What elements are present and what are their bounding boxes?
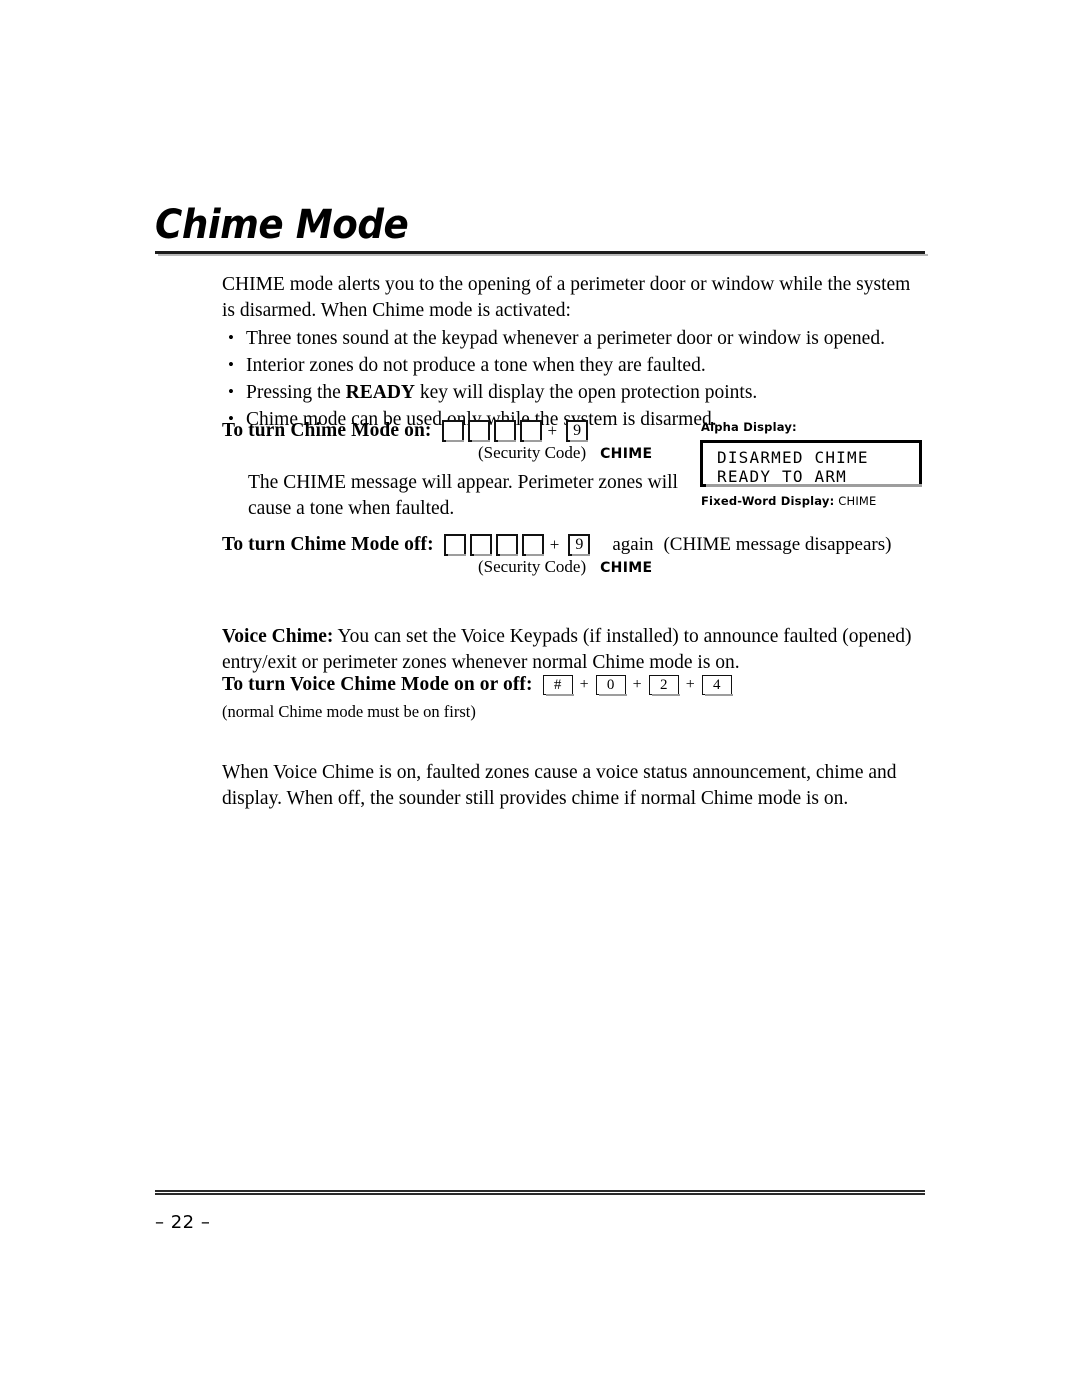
- bullet-text-before: Interior zones do not produce a tone whe…: [246, 355, 706, 376]
- security-code-key-4[interactable]: [519, 420, 542, 442]
- plus-symbol: +: [579, 676, 589, 693]
- intro-paragraph: CHIME mode alerts you to the opening of …: [222, 274, 911, 321]
- plus-symbol: +: [549, 535, 560, 554]
- bullet-text-before: Pressing the: [246, 382, 346, 403]
- security-code-key-4[interactable]: [521, 534, 544, 556]
- footer-divider: [155, 1190, 925, 1195]
- voice-chime-paragraph: Voice Chime: You can set the Voice Keypa…: [222, 624, 928, 676]
- fixed-word-display: Fixed-Word Display: CHIME: [701, 494, 928, 508]
- chime-key-9[interactable]: 9: [566, 420, 589, 442]
- fixed-word-value: CHIME: [838, 494, 877, 508]
- page-title: Chime Mode: [155, 202, 409, 248]
- chime-on-procedure: To turn Chime Mode on: + 9 (Security Cod…: [222, 420, 652, 463]
- lcd-screen: DISARMED CHIME READY TO ARM: [700, 440, 922, 487]
- chime-off-again: again: [612, 534, 654, 555]
- voice-chime-closing-section: When Voice Chime is on, faulted zones ca…: [222, 740, 928, 831]
- page-number: – 22 –: [155, 1212, 211, 1233]
- chime-on-captions: (Security Code) CHIME: [478, 443, 652, 463]
- voice-chime-label: To turn Voice Chime Mode on or off:: [222, 674, 533, 695]
- voice-chime-note: (normal Chime mode must be on first): [222, 702, 476, 721]
- voice-chime-keys: # + 0 + 2 + 4: [542, 675, 733, 696]
- manual-page: Chime Mode CHIME mode alerts you to the …: [0, 0, 1080, 1397]
- list-item: Interior zones do not produce a tone whe…: [222, 352, 928, 379]
- chime-key-caption: CHIME: [600, 560, 653, 576]
- chime-off-keys: + 9: [443, 534, 591, 556]
- list-item: Three tones sound at the keypad whenever…: [222, 325, 928, 352]
- alpha-display-label: Alpha Display:: [701, 420, 797, 434]
- security-code-key-2[interactable]: [467, 420, 490, 442]
- plus-symbol: +: [632, 676, 642, 693]
- voice-key-hash[interactable]: #: [542, 675, 574, 696]
- voice-chime-keysequence: To turn Voice Chime Mode on or off: # + …: [222, 674, 733, 696]
- bullet-text-after: key will display the open protection poi…: [415, 382, 758, 403]
- chime-key-9[interactable]: 9: [568, 534, 591, 556]
- security-code-key-3[interactable]: [493, 420, 516, 442]
- alpha-display-panel: Alpha Display: DISARMED CHIME READY TO A…: [700, 420, 928, 508]
- page-header: Chime Mode: [155, 202, 928, 256]
- voice-key-0[interactable]: 0: [595, 675, 627, 696]
- security-code-caption: (Security Code): [478, 557, 587, 576]
- chime-off-result: (CHIME message disappears): [663, 534, 892, 555]
- voice-key-4[interactable]: 4: [701, 675, 733, 696]
- chime-on-note: The CHIME message will appear. Perimeter…: [248, 472, 678, 519]
- voice-chime-procedure: To turn Voice Chime Mode on or off: # + …: [222, 674, 733, 696]
- chime-off-keysequence: To turn Chime Mode off: + 9 again (CHIME…: [222, 534, 891, 556]
- plus-symbol: +: [685, 676, 695, 693]
- bullet-text-before: Three tones sound at the keypad whenever…: [246, 328, 885, 349]
- voice-chime-lead: Voice Chime:: [222, 625, 334, 647]
- chime-off-label: To turn Chime Mode off:: [222, 534, 434, 555]
- chime-on-keysequence: To turn Chime Mode on: + 9: [222, 420, 652, 442]
- intro-section: CHIME mode alerts you to the opening of …: [222, 272, 928, 434]
- chime-on-keys: + 9: [441, 420, 589, 442]
- fixed-word-label: Fixed-Word Display:: [701, 494, 835, 508]
- feature-bullet-list: Three tones sound at the keypad whenever…: [222, 325, 928, 433]
- security-code-caption: (Security Code): [478, 443, 587, 462]
- title-divider: [155, 251, 928, 256]
- security-code-key-1[interactable]: [443, 534, 466, 556]
- plus-symbol: +: [547, 421, 558, 440]
- chime-off-captions: (Security Code) CHIME: [478, 557, 891, 577]
- chime-key-caption: CHIME: [600, 446, 653, 462]
- lcd-line-1: DISARMED CHIME: [717, 448, 869, 467]
- list-item: Pressing the READY key will display the …: [222, 379, 928, 406]
- security-code-key-1[interactable]: [441, 420, 464, 442]
- voice-key-2[interactable]: 2: [648, 675, 680, 696]
- chime-on-label: To turn Chime Mode on:: [222, 420, 432, 441]
- security-code-key-2[interactable]: [469, 534, 492, 556]
- bullet-text-bold: READY: [345, 382, 416, 403]
- lcd-line-2: READY TO ARM: [717, 467, 847, 486]
- chime-off-procedure: To turn Chime Mode off: + 9 again (CHIME…: [222, 534, 891, 577]
- security-code-key-3[interactable]: [495, 534, 518, 556]
- voice-chime-closing: When Voice Chime is on, faulted zones ca…: [222, 761, 897, 809]
